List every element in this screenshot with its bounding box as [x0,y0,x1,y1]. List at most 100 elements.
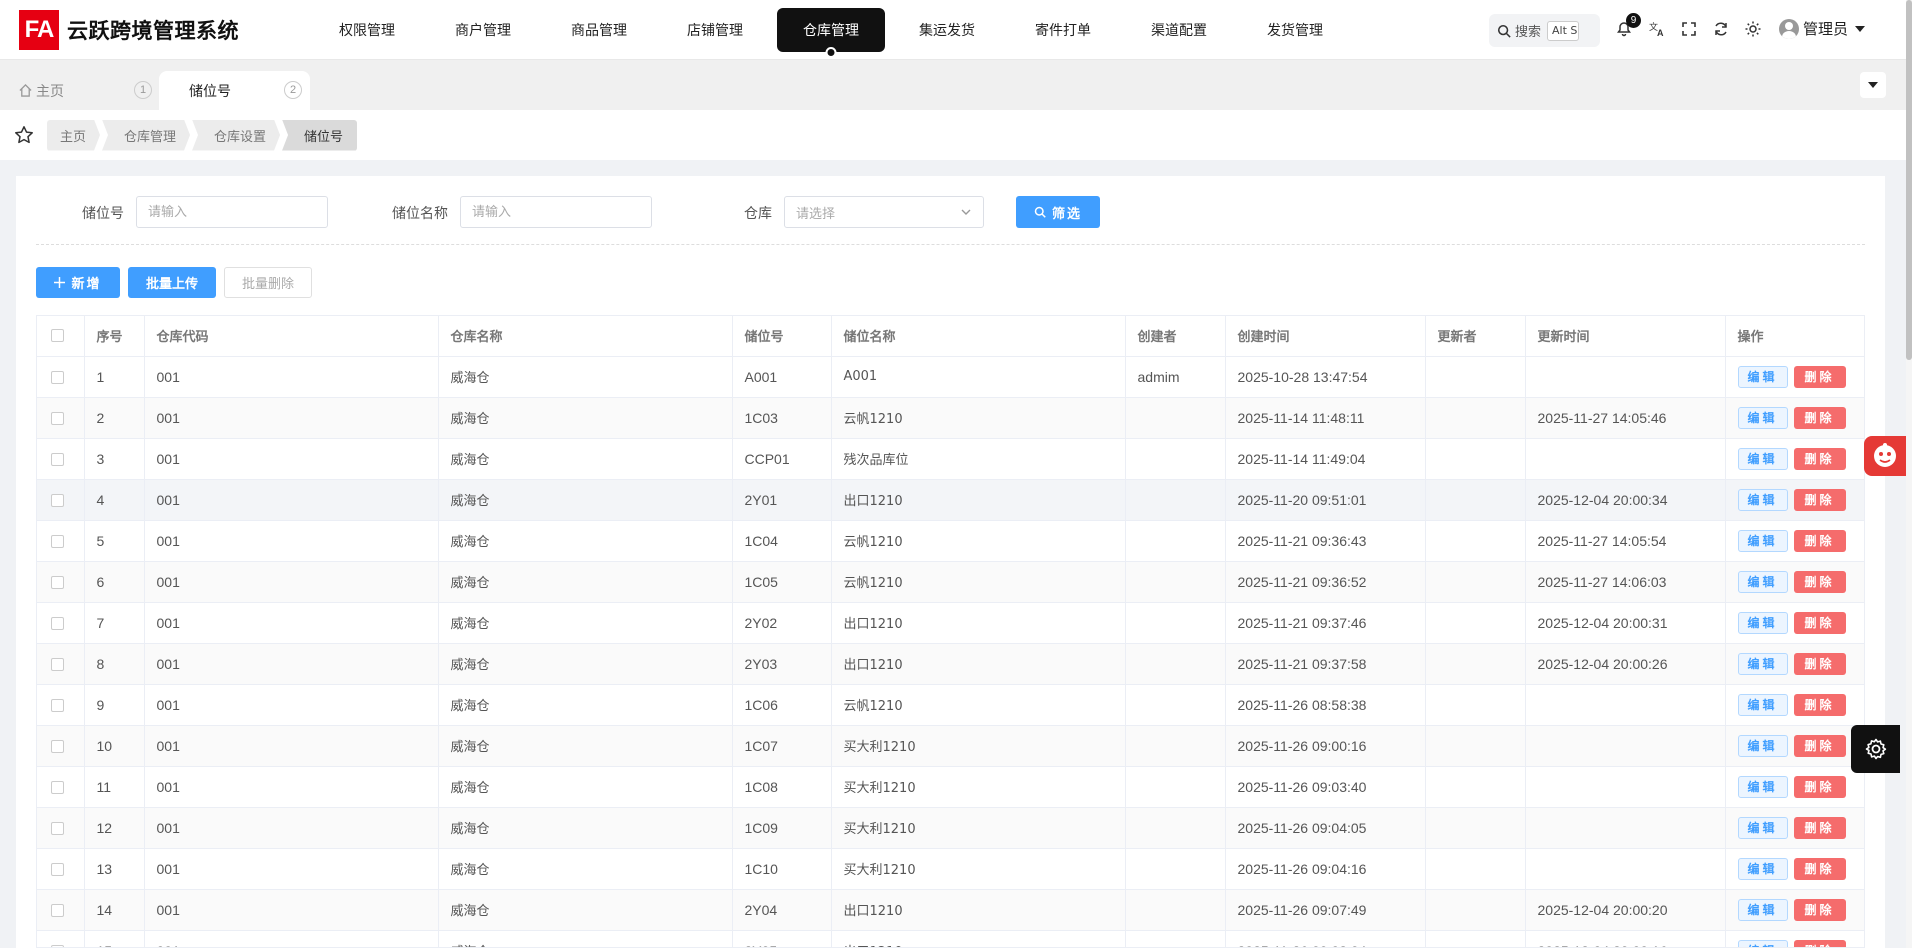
table-row[interactable]: 12 001 威海仓 1C09 买大利1210 2025-11-26 09:04:05 编辑… [37,807,1864,849]
delete-button[interactable]: 删除 [1793,365,1846,388]
nav-consolidated-shipping[interactable]: 集运发货 [889,8,1005,52]
column-header[interactable]: 创建者 [1125,316,1226,357]
settings-button[interactable] [1851,725,1900,773]
delete-button[interactable]: 删除 [1793,447,1846,470]
page-scrollbar[interactable] [1906,0,1912,948]
delete-button[interactable]: 删除 [1793,734,1846,757]
table-row[interactable]: 9 001 威海仓 1C06 云帆1210 2025-11-26 08:58:38 编辑 删除 [37,684,1864,726]
table-row[interactable]: 2 001 威海仓 1C03 云帆1210 2025-11-14 11:48:11 2025… [37,397,1864,439]
scrollbar-thumb[interactable] [1906,0,1912,360]
edit-button[interactable]: 编辑 [1737,529,1788,552]
delete-button[interactable]: 删除 [1793,939,1846,947]
edit-button[interactable]: 编辑 [1737,693,1788,716]
tab-home[interactable]: 主页 1 [0,71,159,110]
fullscreen-button[interactable] [1678,18,1700,40]
column-header[interactable]: 更新时间 [1525,316,1726,357]
edit-button[interactable]: 编辑 [1737,652,1788,675]
row-checkbox[interactable] [51,617,64,631]
row-checkbox[interactable] [51,822,64,836]
delete-button[interactable]: 删除 [1793,857,1846,880]
bulk-delete-button[interactable]: 批量删除 [224,267,312,298]
edit-button[interactable]: 编辑 [1737,898,1788,921]
edit-button[interactable]: 编辑 [1737,816,1788,839]
breadcrumb-item[interactable]: 主页 [47,120,100,151]
row-checkbox[interactable] [51,494,64,508]
row-checkbox[interactable] [51,740,64,754]
delete-button[interactable]: 删除 [1793,652,1846,675]
nav-channel-config[interactable]: 渠道配置 [1121,8,1237,52]
delete-button[interactable]: 删除 [1793,529,1846,552]
warehouse-select[interactable]: 请选择 [784,196,984,228]
delete-button[interactable]: 删除 [1793,488,1846,511]
row-checkbox[interactable] [51,576,64,590]
edit-button[interactable]: 编辑 [1737,488,1788,511]
tab-storage-location[interactable]: 储位号 2 [159,71,310,110]
column-header[interactable]: 储位名称 [831,316,1126,357]
breadcrumb-item[interactable]: 仓库设置 [192,120,280,151]
nav-shipping-labels[interactable]: 寄件打单 [1005,8,1121,52]
name-filter-input[interactable] [460,196,652,228]
row-checkbox[interactable] [51,904,64,918]
edit-button[interactable]: 编辑 [1737,857,1788,880]
row-checkbox[interactable] [51,535,64,549]
global-search[interactable]: 搜索 Alt S [1489,14,1600,47]
nav-stores[interactable]: 店铺管理 [657,8,773,52]
delete-button[interactable]: 删除 [1793,775,1846,798]
table-row[interactable]: 14 001 威海仓 2Y04 出口1210 2025-11-26 09:07:49 202… [37,889,1864,931]
table-row[interactable]: 15001威海仓2Y05出口1210 2025-11-26 09:08:04 202… [37,930,1864,947]
delete-button[interactable]: 删除 [1793,898,1846,921]
row-checkbox[interactable] [51,699,64,713]
code-filter-input[interactable] [136,196,328,228]
assistant-mascot[interactable] [1864,436,1906,476]
user-menu[interactable]: 管理员 [1779,18,1866,39]
row-checkbox[interactable] [51,781,64,795]
row-checkbox[interactable] [51,658,64,672]
column-header[interactable]: 仓库名称 [438,316,733,357]
row-checkbox[interactable] [51,371,64,385]
language-toggle[interactable]: 文A [1646,18,1668,40]
refresh-button[interactable] [1710,18,1732,40]
theme-toggle[interactable] [1742,18,1764,40]
edit-button[interactable]: 编辑 [1737,447,1788,470]
nav-warehouse[interactable]: 仓库管理 [777,7,885,58]
edit-button[interactable]: 编辑 [1737,734,1788,757]
edit-button[interactable]: 编辑 [1737,365,1788,388]
column-header[interactable]: 仓库代码 [144,316,439,357]
add-button[interactable]: 新增 [36,267,120,298]
app-logo[interactable]: FA 云跃跨境管理系统 [19,9,309,50]
table-row[interactable]: 1 001 威海仓 A001 A001 admim 2025-10-28 13:47:54 编… [37,356,1864,398]
delete-button[interactable]: 删除 [1793,816,1846,839]
table-row[interactable]: 3 001 威海仓 CCP01 残次品库位 2025-11-14 11:49:04 编辑 删除 [37,438,1864,480]
edit-button[interactable]: 编辑 [1737,611,1788,634]
filter-button[interactable]: 筛选 [1016,196,1100,228]
table-row[interactable]: 7 001 威海仓 2Y02 出口1210 2025-11-21 09:37:46 2025… [37,602,1864,644]
row-checkbox[interactable] [51,863,64,877]
bulk-upload-button[interactable]: 批量上传 [128,267,216,298]
table-row[interactable]: 6 001 威海仓 1C05 云帆1210 2025-11-21 09:36:52 2025… [37,561,1864,603]
delete-button[interactable]: 删除 [1793,570,1846,593]
table-row[interactable]: 4 001 威海仓 2Y01 出口1210 2025-11-20 09:51:01 2025… [37,479,1864,521]
row-checkbox[interactable] [51,412,64,426]
delete-button[interactable]: 删除 [1793,693,1846,716]
delete-button[interactable]: 删除 [1793,611,1846,634]
column-header[interactable]: 序号 [84,316,145,357]
edit-button[interactable]: 编辑 [1737,775,1788,798]
edit-button[interactable]: 编辑 [1737,406,1788,429]
column-header[interactable]: 创建时间 [1225,316,1426,357]
tabs-dropdown-button[interactable] [1860,72,1886,98]
table-row[interactable]: 13 001 威海仓 1C10 买大利1210 2025-11-26 09:04:16 编辑… [37,848,1864,890]
breadcrumb-item[interactable]: 仓库管理 [102,120,190,151]
nav-products[interactable]: 商品管理 [541,8,657,52]
row-checkbox[interactable] [51,453,64,467]
delete-button[interactable]: 删除 [1793,406,1846,429]
table-row[interactable]: 8 001 威海仓 2Y03 出口1210 2025-11-21 09:37:58 2025… [37,643,1864,685]
select-all-checkbox[interactable] [51,329,64,343]
table-row[interactable]: 10 001 威海仓 1C07 买大利1210 2025-11-26 09:00:16 编辑… [37,725,1864,767]
nav-permissions[interactable]: 权限管理 [309,8,425,52]
edit-button[interactable]: 编辑 [1737,570,1788,593]
nav-delivery[interactable]: 发货管理 [1237,8,1353,52]
nav-merchants[interactable]: 商户管理 [425,8,541,52]
table-row[interactable]: 5 001 威海仓 1C04 云帆1210 2025-11-21 09:36:43 2025… [37,520,1864,562]
star-icon[interactable] [14,125,34,145]
column-header[interactable]: 更新者 [1425,316,1526,357]
